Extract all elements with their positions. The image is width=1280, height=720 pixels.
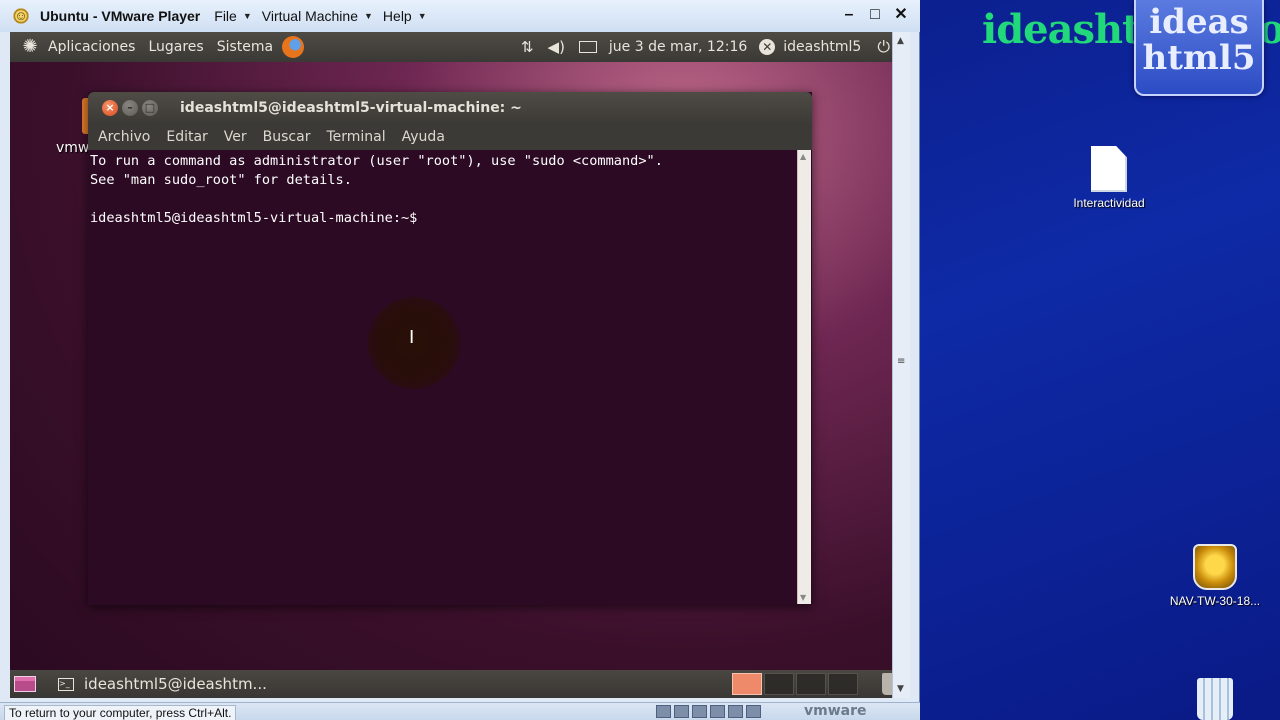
terminal-prompt: ideashtml5@ideashtml5-virtual-machine:~$: [90, 210, 426, 226]
scroll-up-icon[interactable]: ▲: [897, 36, 904, 46]
navigator-icon: [1193, 544, 1237, 590]
terminal-menubar: Archivo Editar Ver Buscar Terminal Ayuda: [88, 124, 812, 150]
vmware-app-icon[interactable]: ☺: [12, 7, 30, 25]
close-icon[interactable]: ✕: [888, 4, 914, 26]
desktop-icon-label: Interactividad: [1073, 196, 1145, 210]
desktop-icon-label: NAV-TW-30-18...: [1169, 594, 1261, 608]
vmware-window: ☺ Ubuntu - VMware Player File ▼ Virtual …: [0, 0, 920, 720]
show-desktop-icon[interactable]: [14, 676, 36, 692]
document-icon: [1091, 146, 1127, 192]
menu-lugares[interactable]: Lugares: [148, 39, 203, 55]
workspace-2[interactable]: [764, 673, 794, 695]
network-adapter-icon[interactable]: [710, 705, 725, 718]
scroll-down-icon[interactable]: ▼: [800, 593, 806, 602]
sound-icon[interactable]: [746, 705, 761, 718]
ubuntu-indicators: ⇅ ◀) jue 3 de mar, 12:16 ✕ ideashtml5 ⏻: [521, 32, 910, 62]
volume-icon[interactable]: ◀): [548, 38, 565, 56]
ubuntu-guest-screen[interactable]: ✺ Aplicaciones Lugares Sistema ⇅ ◀) jue …: [10, 32, 910, 698]
terminal-window: × – □ ideashtml5@ideashtml5-virtual-mach…: [88, 92, 812, 605]
usb-icon[interactable]: [728, 705, 743, 718]
status-message: To return to your computer, press Ctrl+A…: [4, 705, 237, 720]
terminal-title: ideashtml5@ideashtml5-virtual-machine: ~: [180, 100, 522, 116]
terminal-scrollbar[interactable]: ▲ ▼: [797, 150, 811, 604]
terminal-line: See "man sudo_root" for details.: [90, 172, 352, 188]
scroll-down-icon[interactable]: ▼: [897, 684, 904, 694]
workspace-switcher: [732, 673, 858, 695]
menu-buscar[interactable]: Buscar: [263, 129, 311, 145]
desktop-icon-label-fragment: vmw: [56, 140, 90, 156]
brand-logo-line2: html5: [1142, 38, 1256, 78]
brand-logo-line1: ideas: [1149, 2, 1249, 42]
text-cursor-icon: I: [409, 327, 415, 348]
clock[interactable]: jue 3 de mar, 12:16: [609, 39, 747, 55]
caret-down-icon: ▼: [364, 11, 373, 21]
user-name[interactable]: ideashtml5: [783, 39, 861, 55]
terminal-minimize-icon[interactable]: –: [122, 100, 138, 116]
mail-icon[interactable]: [578, 41, 597, 53]
menu-help[interactable]: Help ▼: [383, 8, 427, 24]
device-icons: [656, 705, 761, 718]
menu-virtual-machine-label: Virtual Machine: [261, 8, 358, 24]
menu-editar[interactable]: Editar: [166, 129, 207, 145]
maximize-icon[interactable]: □: [862, 4, 888, 26]
desktop-icon-nav[interactable]: NAV-TW-30-18...: [1160, 544, 1270, 608]
terminal-maximize-icon[interactable]: □: [142, 100, 158, 116]
hard-disk-icon[interactable]: [656, 705, 671, 718]
vmware-scrollbar[interactable]: ▲ ≡ ▼: [892, 32, 910, 698]
vmware-statusbar: To return to your computer, press Ctrl+A…: [0, 702, 920, 720]
menu-terminal[interactable]: Terminal: [326, 129, 385, 145]
ubuntu-top-panel: ✺ Aplicaciones Lugares Sistema ⇅ ◀) jue …: [10, 32, 910, 62]
terminal-titlebar[interactable]: × – □ ideashtml5@ideashtml5-virtual-mach…: [88, 92, 812, 124]
menu-virtual-machine[interactable]: Virtual Machine ▼: [262, 8, 373, 24]
vmware-logo: vmware: [804, 703, 867, 719]
menu-archivo[interactable]: Archivo: [98, 129, 150, 145]
host-brand-logo: ideas html5: [1134, 0, 1264, 96]
floppy-icon[interactable]: [692, 705, 707, 718]
user-status-icon[interactable]: ✕: [759, 39, 776, 55]
vmware-titlebar[interactable]: ☺ Ubuntu - VMware Player File ▼ Virtual …: [0, 0, 920, 32]
menu-ayuda[interactable]: Ayuda: [402, 129, 445, 145]
caret-down-icon: ▼: [417, 11, 427, 21]
ubuntu-bottom-panel: >_ ideashtml5@ideashtm...: [10, 670, 910, 698]
power-icon[interactable]: ⏻: [877, 37, 890, 57]
recycle-bin-icon: [1197, 678, 1233, 720]
minimize-icon[interactable]: –: [836, 4, 862, 26]
caret-down-icon: ▼: [242, 11, 252, 21]
cdrom-icon[interactable]: [674, 705, 689, 718]
ubuntu-gear-icon[interactable]: ✺: [20, 37, 40, 57]
terminal-icon: >_: [58, 677, 74, 691]
network-icon[interactable]: ⇅: [521, 38, 534, 56]
menu-ver[interactable]: Ver: [224, 129, 247, 145]
menu-aplicaciones[interactable]: Aplicaciones: [48, 39, 135, 55]
desktop-icon-recycle-bin[interactable]: [1160, 678, 1270, 720]
workspace-4[interactable]: [828, 673, 858, 695]
terminal-line: To run a command as administrator (user …: [90, 153, 663, 169]
taskbar-item-label: ideashtml5@ideashtm...: [84, 675, 267, 693]
desktop-icon-interactividad[interactable]: Interactividad: [1054, 146, 1164, 210]
workspace-3[interactable]: [796, 673, 826, 695]
scroll-grip-icon[interactable]: ≡: [897, 356, 905, 367]
menu-file[interactable]: File ▼: [214, 8, 251, 24]
menu-sistema[interactable]: Sistema: [217, 39, 273, 55]
scroll-up-icon[interactable]: ▲: [800, 152, 806, 161]
window-controls: – □ ✕: [836, 4, 914, 26]
menu-help-label: Help: [382, 8, 412, 24]
menu-file-label: File: [214, 8, 237, 24]
vmware-title: Ubuntu - VMware Player: [40, 8, 201, 24]
terminal-close-icon[interactable]: ×: [102, 100, 118, 116]
workspace-1[interactable]: [732, 673, 762, 695]
firefox-icon[interactable]: [282, 36, 305, 58]
taskbar-item-terminal[interactable]: >_ ideashtml5@ideashtm...: [58, 675, 267, 693]
